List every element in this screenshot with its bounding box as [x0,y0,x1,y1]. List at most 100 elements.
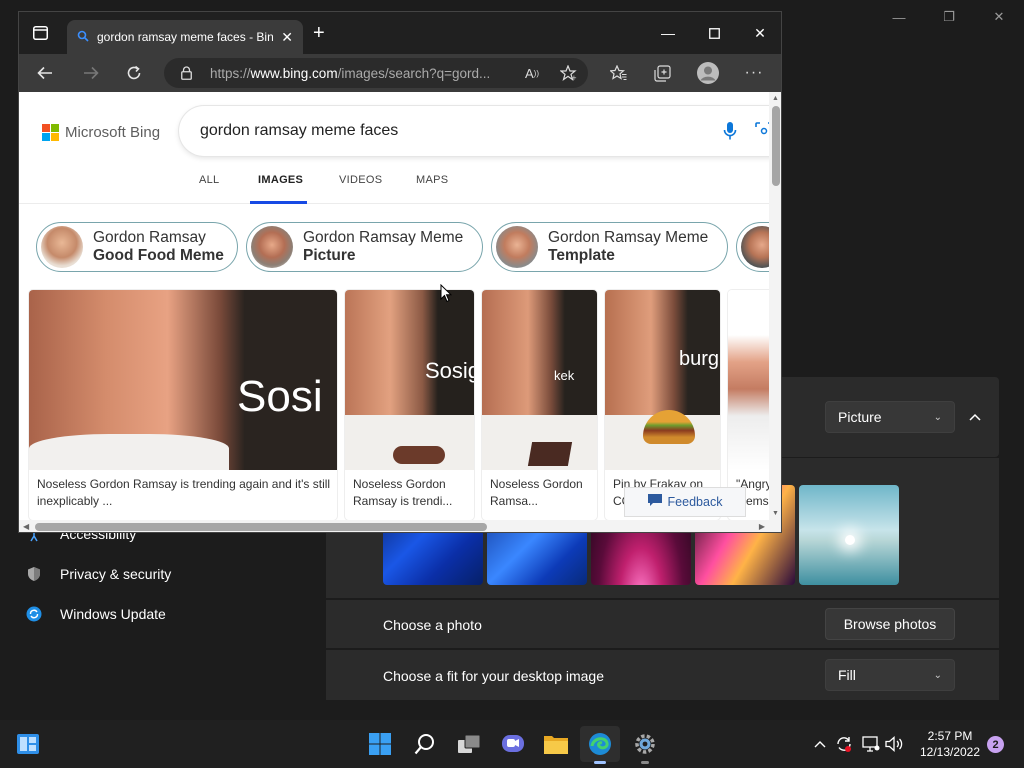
tab-maps[interactable]: MAPS [416,174,448,186]
more-options-icon[interactable]: ··· [738,54,770,92]
related-search-pill[interactable]: Gordon Ramsay Meme Picture [246,222,483,272]
profile-avatar[interactable] [692,54,724,92]
favorites-icon[interactable] [602,54,634,92]
lock-icon [181,66,192,83]
feedback-icon [647,494,662,510]
tab-title: gordon ramsay meme faces - Bing [97,30,274,44]
image-result-card[interactable]: Sosig Noseless Gordon Ramsay is trendi..… [345,290,474,520]
network-icon[interactable] [861,734,881,754]
image-overlay-text: burg [679,348,720,370]
settings-minimize-button[interactable]: — [874,0,924,34]
file-explorer-icon[interactable] [536,726,576,762]
address-prefix: https:// [210,65,251,81]
feedback-button[interactable]: Feedback [624,487,746,517]
pill-thumbnail [496,226,538,268]
logo-text: Microsoft Bing [65,124,161,141]
forward-button[interactable] [75,54,107,92]
tab-all[interactable]: ALL [199,174,219,186]
maximize-icon [708,27,720,39]
system-clock[interactable]: 2:57 PM 12/13/2022 [918,728,982,760]
task-view-icon[interactable] [449,726,489,762]
image-result-card[interactable]: Sosi Noseless Gordon Ramsay is trending … [29,290,337,520]
pill-text: Gordon Ramsay Meme Template [548,229,708,265]
pill-text: Gordon Ramsay Good Food Meme [93,229,224,265]
tab-bing-search[interactable]: gordon ramsay meme faces - Bing ✕ [67,20,303,54]
volume-icon[interactable] [885,734,905,754]
edge-taskbar-icon[interactable] [580,726,620,764]
search-icon[interactable] [405,726,445,762]
settings-maximize-button[interactable]: ❐ [924,0,974,34]
running-app-indicator [641,761,649,764]
background-type-value: Picture [838,409,882,425]
tab-videos[interactable]: VIDEOS [339,174,382,186]
search-box[interactable]: gordon ramsay meme faces [179,106,781,156]
horizontal-scroll-thumb[interactable] [35,523,487,531]
pill-thumbnail [251,226,293,268]
browser-close-button[interactable]: ✕ [737,12,781,54]
browser-maximize-button[interactable] [691,12,737,54]
image-caption: Noseless Gordon Ramsa... [490,477,583,508]
image-overlay-text: Sosig [425,358,474,383]
widgets-icon[interactable] [8,726,48,762]
horizontal-scrollbar[interactable]: ◀ ▶ [19,520,781,532]
windows-update-icon [26,606,42,622]
recent-image-thumb[interactable] [799,485,899,585]
vertical-scrollbar[interactable]: ▲ ▼ [769,92,781,520]
browse-photos-button[interactable]: Browse photos [825,608,955,640]
settings-gear-icon[interactable] [625,726,665,764]
result-image: burg [605,290,720,470]
windows-logo-icon [369,733,391,755]
image-result-card[interactable]: kek Noseless Gordon Ramsa... [482,290,597,520]
settings-close-button[interactable]: ✕ [974,0,1024,34]
active-app-indicator [594,761,606,764]
vertical-scroll-thumb[interactable] [772,106,780,186]
search-query: gordon ramsay meme faces [200,122,399,139]
show-hidden-icons-chevron-icon[interactable] [810,734,830,754]
settings-window-controls: — ❐ ✕ [874,0,1024,34]
collapse-section-button[interactable] [963,405,987,429]
new-tab-button[interactable]: + [313,23,325,43]
browser-toolbar: https://www.bing.com/images/search?q=gor… [19,54,781,92]
tab-bar: gordon ramsay meme faces - Bing ✕ + — ✕ [19,12,781,54]
browser-minimize-button[interactable]: — [645,12,691,54]
result-image: kek [482,290,597,470]
fit-dropdown[interactable]: Fill ⌄ [825,659,955,691]
collections-icon[interactable] [646,54,678,92]
image-caption: Noseless Gordon Ramsay is trending again… [37,477,331,508]
teams-chat-icon[interactable] [493,726,533,762]
pill-line2: Picture [303,247,356,264]
read-aloud-icon[interactable]: A)) [516,54,548,92]
fit-value: Fill [838,667,856,683]
bing-logo[interactable]: Microsoft Bing [42,124,160,141]
sync-status-icon[interactable] [834,734,854,754]
notification-count-badge[interactable]: 2 [987,736,1004,753]
related-search-pill[interactable]: Gordon Ramsay Meme Template [491,222,728,272]
result-image: Sosig [345,290,474,470]
fit-label: Choose a fit for your desktop image [383,668,605,684]
tab-images[interactable]: IMAGES [258,174,303,186]
sidebar-item-privacy-security[interactable]: Privacy & security [26,566,171,582]
sidebar-item-label: Windows Update [60,606,166,622]
scroll-up-arrow[interactable]: ▲ [772,95,779,102]
result-image: Sosi [29,290,337,470]
nav-divider [19,203,769,204]
pill-thumbnail [41,226,83,268]
back-button[interactable] [29,54,61,92]
image-overlay-text: Sosi [237,372,323,421]
sidebar-item-windows-update[interactable]: Windows Update [26,606,166,622]
clock-time: 2:57 PM [927,729,973,743]
scroll-down-arrow[interactable]: ▼ [772,510,779,517]
scroll-left-arrow[interactable]: ◀ [23,522,29,531]
related-search-pill[interactable]: Gordon Ramsay Good Food Meme [36,222,238,272]
background-type-dropdown[interactable]: Picture ⌄ [825,401,955,433]
scroll-right-arrow[interactable]: ▶ [759,522,765,531]
image-result-card[interactable]: burg Pin by Frakay on CC... [605,290,720,520]
add-favorite-icon[interactable]: + [552,54,584,92]
close-tab-icon[interactable]: ✕ [281,29,293,46]
microphone-icon[interactable] [723,121,737,146]
forward-arrow-icon [84,66,99,80]
start-button[interactable] [360,726,400,762]
refresh-button[interactable] [118,54,150,92]
tab-actions-icon[interactable] [33,26,48,45]
address-path: /images/search?q=gord... [337,65,491,81]
